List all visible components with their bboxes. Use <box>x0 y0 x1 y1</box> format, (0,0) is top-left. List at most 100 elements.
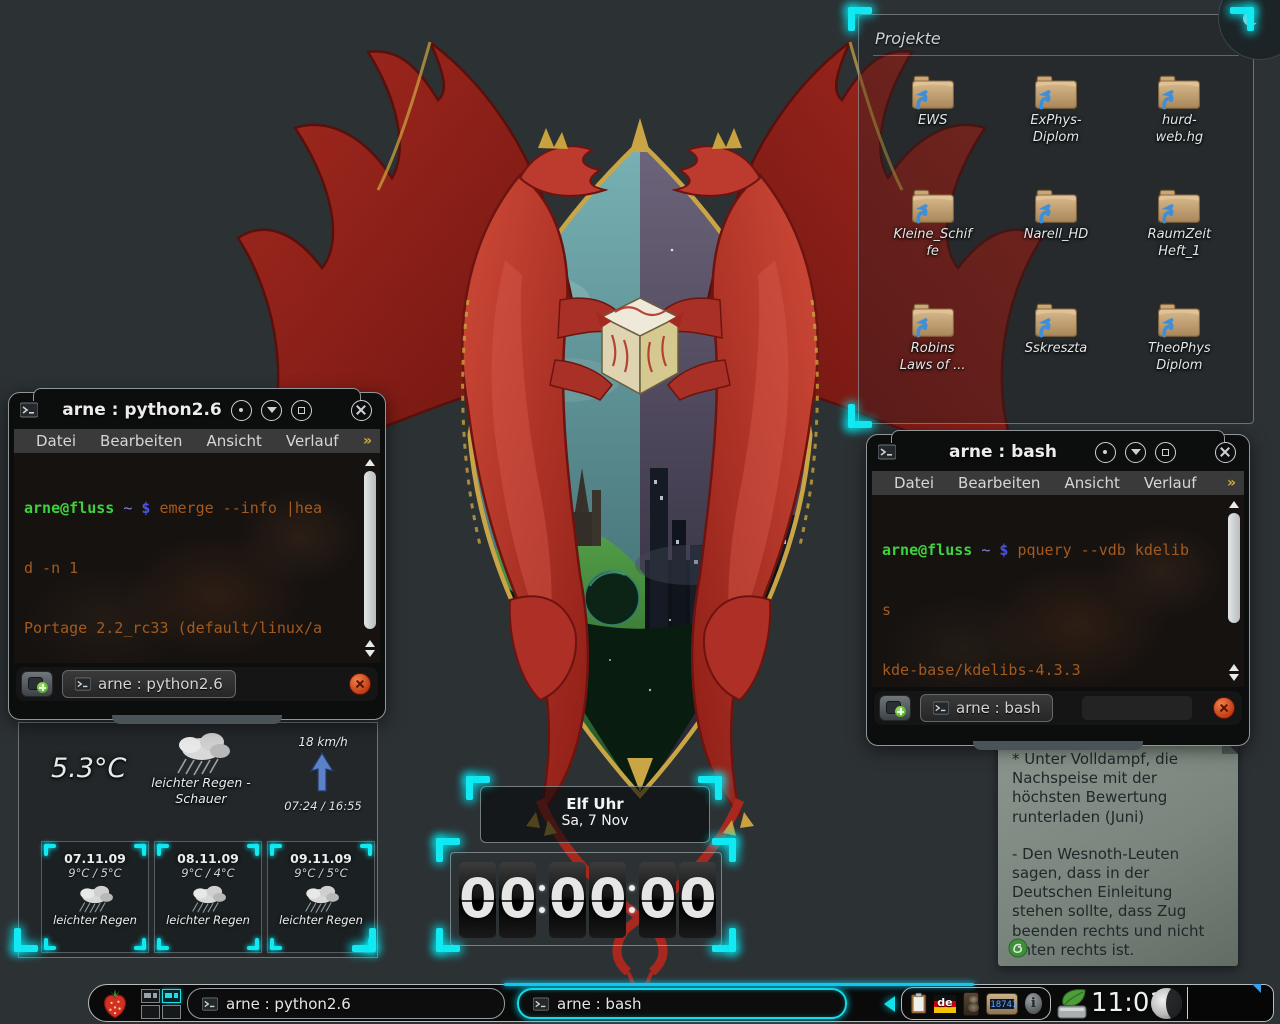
menu-ansicht[interactable]: Ansicht <box>1064 474 1119 492</box>
tray-expander-icon[interactable] <box>884 996 895 1012</box>
scroll-up-icon[interactable] <box>365 459 375 466</box>
fuzzy-date: Sa, 7 Nov <box>481 813 709 829</box>
scrollbar-thumb[interactable] <box>364 471 376 629</box>
virtual-desktop-pager[interactable] <box>141 989 181 1019</box>
media-player-tray-icon[interactable] <box>963 992 980 1016</box>
desktop-4-cell[interactable] <box>162 1005 181 1019</box>
menu-verlauf[interactable]: Verlauf <box>286 432 339 450</box>
weather-widget[interactable]: 5.3°C leichter Regen - Schauer 18 km/h ▼… <box>18 722 378 958</box>
scrollbar[interactable] <box>1227 499 1241 683</box>
folder-item[interactable]: Sskreszta <box>994 293 1117 407</box>
maximize-button[interactable] <box>1155 442 1176 463</box>
fuzzy-clock-widget[interactable]: Elf Uhr Sa, 7 Nov <box>480 786 710 843</box>
terminal-output[interactable]: arne@fluss ~ $ emerge --info |hea d -n 1… <box>14 453 380 663</box>
taskbar-panel[interactable]: arne : python2.6 arne : bash de 18741 i … <box>88 984 1274 1022</box>
window-konsole-python[interactable]: arne : python2.6 Datei Bearbeiten Ansich… <box>8 392 386 720</box>
flip-hours: 0 0 <box>459 862 536 938</box>
folder-icon <box>910 301 956 339</box>
window-konsole-bash[interactable]: arne : bash Datei Bearbeiten Ansicht Ver… <box>866 434 1250 746</box>
folder-item[interactable]: ExPhys-Diplom <box>994 65 1117 179</box>
desktop-3-cell[interactable] <box>141 1005 160 1019</box>
note-paragraph: * Unter Volldampf, die Nachspeise mit de… <box>1012 750 1224 827</box>
folder-item[interactable]: Narell_HD <box>994 179 1117 293</box>
folderview-projekte[interactable]: Projekte EWS ExPhys-Diplom hurd-web.hg K… <box>858 14 1254 424</box>
desktop-2-cell[interactable] <box>162 989 181 1003</box>
menu-bearbeiten[interactable]: Bearbeiten <box>958 474 1040 492</box>
flip-clock-widget[interactable]: 0 0 0 0 0 0 <box>450 852 722 946</box>
menu-datei[interactable]: Datei <box>36 432 76 450</box>
desktop[interactable]: Projekte EWS ExPhys-Diplom hurd-web.hg K… <box>0 0 1280 1024</box>
close-tab-button[interactable] <box>1213 697 1235 719</box>
scroll-up-icon[interactable] <box>1229 664 1239 671</box>
terminal-icon <box>933 701 949 715</box>
folder-icon <box>910 73 956 111</box>
scroll-down-icon[interactable] <box>365 650 375 657</box>
info-tray-icon[interactable]: i <box>1025 993 1042 1014</box>
notes-text[interactable]: * Unter Volldampf, die Nachspeise mit de… <box>998 738 1238 972</box>
terminal-line: Portage 2.2_rc33 (default/linux/a <box>24 618 360 638</box>
scrollbar[interactable] <box>363 457 377 659</box>
forecast-date: 09.11.09 <box>268 851 374 866</box>
terminal-output[interactable]: arne@fluss ~ $ pquery --vdb kdelib s kde… <box>872 495 1244 687</box>
desktop-1-cell[interactable] <box>141 989 160 1003</box>
terminal-line: kde-base/kdelibs-4.3.3 <box>882 660 1224 680</box>
folder-item[interactable]: hurd-web.hg <box>1118 65 1241 179</box>
panel-divider <box>1187 987 1188 1019</box>
new-tab-button[interactable] <box>879 695 911 721</box>
menu-bearbeiten[interactable]: Bearbeiten <box>100 432 182 450</box>
task-bash[interactable]: arne : bash <box>517 988 847 1019</box>
close-button[interactable] <box>1215 442 1236 463</box>
sticky-button[interactable] <box>1095 442 1116 463</box>
new-tab-button[interactable] <box>21 671 53 697</box>
note-paragraph: - Den Wesnoth-Leuten sagen, dass in der … <box>1012 845 1224 960</box>
folder-item[interactable]: EWS <box>871 65 994 179</box>
keyboard-layout-indicator[interactable]: de <box>934 995 955 1013</box>
wind-direction-arrow-icon <box>307 751 337 793</box>
titlebar[interactable]: arne : bash <box>872 435 1244 471</box>
folder-label: ExPhys-Diplom <box>1022 113 1090 147</box>
shade-button[interactable] <box>261 400 282 421</box>
menubar: Datei Bearbeiten Ansicht Verlauf » <box>14 429 380 453</box>
folder-item[interactable]: TheoPhys Diplom <box>1118 293 1241 407</box>
folder-item[interactable]: Robins Laws of ... <box>871 293 994 407</box>
menu-verlauf[interactable]: Verlauf <box>1144 474 1197 492</box>
moon-phase-icon[interactable] <box>1151 988 1182 1019</box>
menu-overflow-icon[interactable]: » <box>363 433 372 449</box>
folderview-title: Projekte <box>875 29 941 48</box>
forecast-day[interactable]: 09.11.09 9°C / 5°C leichter Regen <box>267 841 375 953</box>
tab-python[interactable]: arne : python2.6 <box>62 670 236 698</box>
rain-cloud-icon <box>186 882 230 914</box>
menu-datei[interactable]: Datei <box>894 474 934 492</box>
sunrise-sunset: 07:24 / 16:55 <box>267 799 379 813</box>
folder-icon <box>1033 301 1079 339</box>
task-python[interactable]: arne : python2.6 <box>187 988 505 1019</box>
forecast-temps: 9°C / 5°C <box>268 866 374 880</box>
scroll-up-icon[interactable] <box>1229 501 1239 508</box>
folder-item[interactable]: RaumZeit Heft_1 <box>1118 179 1241 293</box>
scroll-down-icon[interactable] <box>1229 674 1239 681</box>
counter-lcd-icon[interactable]: 18741 <box>986 993 1018 1015</box>
menu-overflow-icon[interactable]: » <box>1227 475 1236 491</box>
sticky-button[interactable] <box>231 400 252 421</box>
menu-ansicht[interactable]: Ansicht <box>206 432 261 450</box>
scroll-up-icon[interactable] <box>365 640 375 647</box>
close-tab-button[interactable] <box>349 673 371 695</box>
folder-item[interactable]: Kleine_Schiffe <box>871 179 994 293</box>
titlebar[interactable]: arne : python2.6 <box>14 393 380 429</box>
clipboard-icon[interactable] <box>910 990 927 1018</box>
notes-settings-icon[interactable] <box>1008 938 1028 958</box>
rain-cloud-icon <box>299 882 343 914</box>
maximize-button[interactable] <box>291 400 312 421</box>
app-launcher-strawberry-icon[interactable] <box>99 988 131 1020</box>
flip-digit: 0 <box>499 862 536 938</box>
flip-digit: 0 <box>639 862 676 938</box>
forecast-day[interactable]: 08.11.09 9°C / 4°C leichter Regen <box>154 841 262 953</box>
empty-tab-slot[interactable] <box>1082 696 1192 720</box>
forecast-day[interactable]: 07.11.09 9°C / 5°C leichter Regen <box>41 841 149 953</box>
notes-widget[interactable]: * Unter Volldampf, die Nachspeise mit de… <box>998 738 1238 966</box>
scrollbar-thumb[interactable] <box>1228 513 1240 623</box>
tab-bash[interactable]: arne : bash <box>920 694 1053 722</box>
shade-button[interactable] <box>1125 442 1146 463</box>
close-button[interactable] <box>351 400 372 421</box>
device-notifier-leaf-icon[interactable] <box>1055 988 1089 1020</box>
